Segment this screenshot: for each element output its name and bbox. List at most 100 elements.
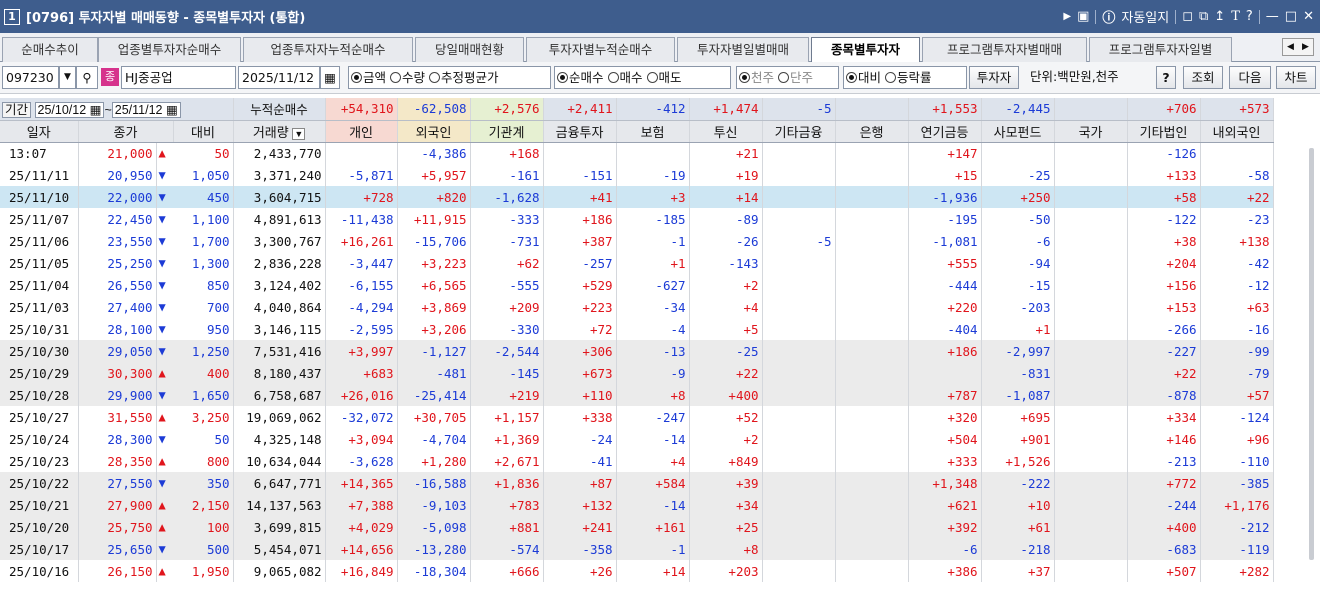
column-header[interactable]: 보험 [616, 120, 690, 143]
column-header[interactable]: 국가 [1054, 120, 1128, 143]
investor-cell: +204 [1127, 252, 1201, 274]
investor-cell [1054, 274, 1128, 296]
maximize-icon[interactable]: □ [1285, 9, 1297, 24]
column-header[interactable]: 투신 [689, 120, 763, 143]
period-to-input[interactable]: 25/11/12 ▦ [111, 102, 181, 119]
info-icon[interactable]: ⓘ [1102, 7, 1115, 26]
column-header[interactable]: 외국인 [397, 120, 471, 143]
down-arrow-icon: ▼ [158, 278, 166, 292]
stock-code-input[interactable]: 097230 [2, 66, 59, 89]
play-icon[interactable]: ▶ [1063, 11, 1071, 22]
tab-7[interactable]: 종목별투자자 [811, 37, 920, 63]
vertical-scrollbar[interactable] [1309, 148, 1314, 560]
table-row[interactable]: 25/10/30 29,050 ▼ 1,250 7,531,416 +3,997 -1,12… [0, 340, 1274, 362]
table-row[interactable]: 25/11/04 26,550 ▼ 850 3,124,402 -6,155 +6,565-… [0, 274, 1274, 296]
next-button[interactable]: 다음 [1229, 66, 1271, 89]
table-row[interactable]: 25/10/29 30,300 ▲ 400 8,180,437 +683 -481 -145 +… [0, 362, 1274, 384]
tab-2[interactable]: 업종별투자자순매수 [98, 37, 241, 62]
table-row[interactable]: 25/10/20 25,750 ▲ 100 3,699,815 +4,029 -5,098 +… [0, 516, 1274, 538]
tab-6[interactable]: 투자자별일별매매 [677, 37, 809, 62]
column-header[interactable]: 일자 [0, 120, 79, 143]
radio-quantity[interactable]: 수량 [390, 70, 425, 85]
radio-thousand-shares[interactable]: 천주 [739, 70, 774, 85]
investor-cell [835, 142, 909, 164]
investor-button[interactable]: 투자자 [969, 66, 1019, 89]
radio-buy[interactable]: 매수 [607, 70, 643, 85]
column-header[interactable]: 종가 [78, 120, 174, 143]
tab-right-icon[interactable]: ▶ [1302, 42, 1309, 52]
link-icon[interactable]: ◻ [1182, 9, 1193, 24]
investor-cell: +5,957 [397, 164, 471, 186]
tab-3[interactable]: 업종투자자누적순매수 [243, 37, 413, 62]
copy-window-icon[interactable]: ⧉ [1199, 9, 1208, 24]
volume-sort-icon[interactable]: ▼ [292, 127, 306, 140]
tab-scroll-arrows[interactable]: ◀ ▶ [1282, 38, 1314, 56]
calendar-icon[interactable]: ▦ [320, 66, 340, 89]
column-header[interactable]: 내외국인 [1200, 120, 1274, 143]
table-row[interactable]: 25/11/06 23,550 ▼ 1,700 3,300,767 +16,261 -15,… [0, 230, 1274, 252]
help-icon[interactable]: ? [1246, 9, 1253, 24]
period-from-input[interactable]: 25/10/12 ▦ [34, 102, 105, 119]
table-row[interactable]: 25/10/22 27,550 ▼ 350 6,647,771 +14,365 -16,58… [0, 472, 1274, 494]
radio-amount[interactable]: 금액 [351, 70, 386, 85]
cumulative-금융투자: +2,411 [543, 98, 617, 121]
column-header[interactable]: 기타법인 [1127, 120, 1201, 143]
font-icon[interactable]: T [1231, 9, 1240, 24]
table-row[interactable]: 25/10/23 28,350 ▲ 800 10,634,044 -3,628 +1,280… [0, 450, 1274, 472]
help-button[interactable]: ? [1156, 66, 1176, 89]
radio-net-buy[interactable]: 순매수 [557, 70, 604, 85]
query-button[interactable]: 조회 [1183, 66, 1223, 89]
table-row[interactable]: 25/11/07 22,450 ▼ 1,100 4,891,613 -11,438 +11,… [0, 208, 1274, 230]
tab-4[interactable]: 당일매매현황 [415, 37, 524, 62]
tab-1[interactable]: 순매수추이 [2, 37, 98, 62]
chart-button[interactable]: 차트 [1276, 66, 1316, 89]
table-row[interactable]: 25/10/24 28,300 ▼ 50 4,325,148 +3,094 -4,704 +1… [0, 428, 1274, 450]
column-header[interactable]: 연기금등 [908, 120, 982, 143]
column-header[interactable]: 대비 [173, 120, 234, 143]
table-row[interactable]: 13:07 21,000 ▲ 50 2,433,770 -4,386 +168 +21 +147… [0, 142, 1274, 164]
auto-journal-label[interactable]: 자동일지 [1121, 7, 1169, 26]
radio-single-shares[interactable]: 단주 [778, 70, 813, 85]
table-row[interactable]: 25/10/31 28,100 ▼ 950 3,146,115 -2,595 +3,206-… [0, 318, 1274, 340]
investor-cell: -404 [908, 318, 982, 340]
radio-avg-price[interactable]: 추정평균가 [429, 70, 499, 85]
table-row[interactable]: 25/11/03 27,400 ▼ 700 4,040,864 -4,294 +3,869 +… [0, 296, 1274, 318]
tab-left-icon[interactable]: ◀ [1287, 42, 1294, 52]
tab-9[interactable]: 프로그램투자자일별 [1089, 37, 1232, 62]
date-input[interactable]: 2025/11/12 [238, 66, 320, 89]
search-icon[interactable]: ⚲ [76, 66, 98, 89]
investor-cell [1054, 318, 1128, 340]
table-row[interactable]: 25/10/17 25,650 ▼ 500 5,454,071 +14,656 -13,28… [0, 538, 1274, 560]
radio-sell[interactable]: 매도 [646, 70, 682, 85]
column-header[interactable]: 기타금융 [762, 120, 836, 143]
column-header[interactable]: 거래량 ▼ [233, 120, 326, 143]
investor-cell: -110 [1200, 450, 1274, 472]
column-header[interactable]: 사모펀드 [981, 120, 1055, 143]
table-row[interactable]: 25/11/10 22,000 ▼ 450 3,604,715 +728 +820 -1,62… [0, 186, 1274, 208]
table-row[interactable]: 25/11/05 25,250 ▼ 1,300 2,836,228 -3,447 +3,22… [0, 252, 1274, 274]
memo-icon[interactable]: ▣ [1077, 9, 1089, 24]
investor-cell: -333 [470, 208, 544, 230]
pin-icon[interactable]: ↥ [1214, 9, 1225, 24]
cumulative-내외국인: +573 [1200, 98, 1274, 121]
code-dropdown-icon[interactable]: ▼ [59, 66, 76, 89]
column-header[interactable]: 개인 [325, 120, 398, 143]
stock-name-field[interactable]: HJ중공업 [121, 66, 236, 89]
radio-change-rate[interactable]: 등락률 [885, 70, 932, 85]
table-row[interactable]: 25/10/28 29,900 ▼ 1,650 6,758,687 +26,016 -25,… [0, 384, 1274, 406]
column-header[interactable]: 금융투자 [543, 120, 617, 143]
column-header[interactable]: 기관계 [470, 120, 544, 143]
close-icon[interactable]: ✕ [1303, 9, 1314, 24]
radio-change[interactable]: 대비 [846, 70, 881, 85]
table-row[interactable]: 25/10/21 27,900 ▲ 2,150 14,137,563 +7,388 -9,1… [0, 494, 1274, 516]
minimize-icon[interactable]: — [1266, 9, 1279, 24]
tab-5[interactable]: 투자자별누적순매수 [526, 37, 675, 62]
table-row[interactable]: 25/10/27 31,550 ▲ 3,250 19,069,062 -32,072 +30… [0, 406, 1274, 428]
table-row[interactable]: 25/11/11 20,950 ▼ 1,050 3,371,240 -5,871 +5,95… [0, 164, 1274, 186]
table-row[interactable]: 25/10/16 26,150 ▲ 1,950 9,065,082 +16,849 -18,… [0, 560, 1274, 582]
column-header[interactable]: 은행 [835, 120, 909, 143]
cumulative-연기금등: +1,553 [908, 98, 982, 121]
investor-cell: +2,671 [470, 450, 544, 472]
investor-cell [762, 362, 836, 384]
tab-8[interactable]: 프로그램투자자별매매 [922, 37, 1087, 62]
